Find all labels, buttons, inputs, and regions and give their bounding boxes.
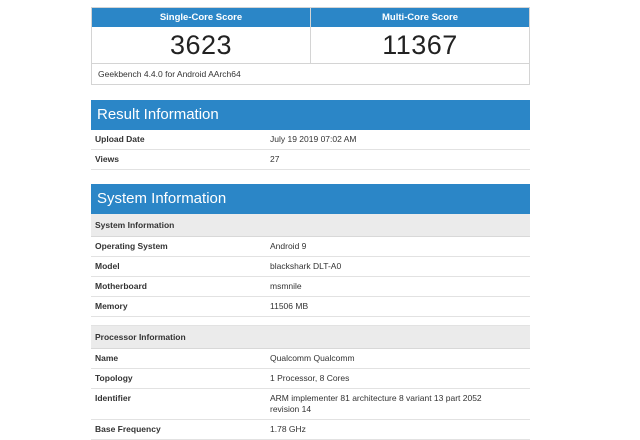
benchmark-result: Single-Core Score 3623 Multi-Core Score … bbox=[91, 7, 530, 440]
multi-core-column: Multi-Core Score 11367 bbox=[310, 8, 529, 63]
section-spacer bbox=[91, 317, 530, 326]
row-value: 1 Processor, 8 Cores bbox=[270, 373, 350, 383]
row-value: 27 bbox=[270, 154, 280, 164]
table-row: Name Qualcomm Qualcomm bbox=[91, 349, 530, 369]
row-value: July 19 2019 07:02 AM bbox=[270, 134, 357, 144]
row-key: Topology bbox=[95, 373, 133, 383]
geekbench-version: Geekbench 4.4.0 for Android AArch64 bbox=[91, 64, 530, 85]
row-value: 11506 MB bbox=[270, 301, 309, 311]
single-core-label: Single-Core Score bbox=[92, 8, 310, 27]
row-key: Motherboard bbox=[95, 281, 147, 291]
table-row: Motherboard msmnile bbox=[91, 277, 530, 297]
table-row: Identifier ARM implementer 81 architectu… bbox=[91, 389, 530, 420]
row-value: blackshark DLT-A0 bbox=[270, 261, 342, 271]
table-row: Base Frequency 1.78 GHz bbox=[91, 420, 530, 440]
result-information-section: Result Information Upload Date July 19 2… bbox=[91, 100, 530, 170]
row-key: Operating System bbox=[95, 241, 168, 251]
row-key: Model bbox=[95, 261, 120, 271]
result-information-title: Result Information bbox=[91, 100, 530, 130]
system-subheader: System Information bbox=[91, 214, 530, 237]
row-key: Views bbox=[95, 154, 119, 164]
row-value: ARM implementer 81 architecture 8 varian… bbox=[270, 393, 482, 414]
table-row: Model blackshark DLT-A0 bbox=[91, 257, 530, 277]
row-key: Upload Date bbox=[95, 134, 145, 144]
table-row: Memory 11506 MB bbox=[91, 297, 530, 317]
row-value: msmnile bbox=[270, 281, 302, 291]
multi-core-label: Multi-Core Score bbox=[311, 8, 529, 27]
row-value: 1.78 GHz bbox=[270, 424, 306, 434]
row-value: Android 9 bbox=[270, 241, 307, 251]
table-row: Upload Date July 19 2019 07:02 AM bbox=[91, 130, 530, 150]
row-value: Qualcomm Qualcomm bbox=[270, 353, 355, 363]
single-core-score: 3623 bbox=[169, 30, 233, 60]
row-key: Base Frequency bbox=[95, 424, 161, 434]
row-key: Name bbox=[95, 353, 119, 363]
row-key: Memory bbox=[95, 301, 128, 311]
multi-core-score: 11367 bbox=[382, 30, 458, 60]
processor-subheader: Processor Information bbox=[91, 326, 530, 349]
single-core-column: Single-Core Score 3623 bbox=[92, 8, 310, 63]
table-row: Topology 1 Processor, 8 Cores bbox=[91, 369, 530, 389]
system-information-section: System Information System Information Op… bbox=[91, 184, 530, 440]
score-card: Single-Core Score 3623 Multi-Core Score … bbox=[91, 7, 530, 64]
table-row: Views 27 bbox=[91, 150, 530, 170]
row-key: Identifier bbox=[95, 393, 131, 403]
table-row: Operating System Android 9 bbox=[91, 237, 530, 257]
system-information-title: System Information bbox=[91, 184, 530, 214]
